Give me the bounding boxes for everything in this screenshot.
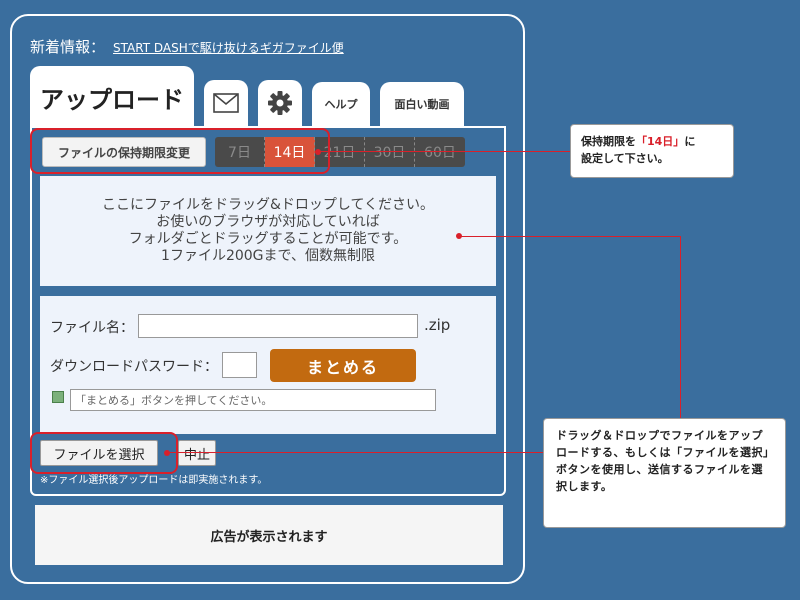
filename-input[interactable]	[138, 314, 418, 338]
tab-help[interactable]: ヘルプ	[312, 82, 370, 126]
tab-upload[interactable]: アップロード	[30, 66, 194, 128]
tab-mail[interactable]	[204, 80, 248, 126]
drop-pointer-line-h	[460, 236, 680, 237]
cancel-button[interactable]: 中止	[178, 440, 216, 466]
day-option-30[interactable]: 30日	[365, 137, 415, 167]
select-file-highlight	[30, 432, 178, 474]
matomeru-button[interactable]: まとめる	[270, 349, 416, 382]
ad-placeholder: 広告が表示されます	[35, 505, 503, 565]
select-pointer-line	[168, 452, 543, 453]
drop-line-1: ここにファイルをドラッグ&ドロップしてください。	[101, 197, 435, 213]
drag-callout: ドラッグ＆ドロップでファイルをアップロードする、もしくは「ファイルを選択」ボタン…	[543, 418, 786, 528]
drop-line-4: 1ファイル200Gまで、個数無制限	[161, 248, 375, 264]
retention-highlight	[30, 128, 330, 174]
upload-note: ※ファイル選択後アップロードは即実施されます。	[40, 475, 268, 486]
news-label: 新着情報：	[30, 38, 106, 56]
news-bar: 新着情報： START DASHで駆け抜けるギガファイル便	[30, 36, 344, 57]
retention-callout-highlight: 「14日」	[636, 135, 685, 148]
password-label: ダウンロードパスワード：	[50, 359, 218, 375]
drop-area[interactable]: ここにファイルをドラッグ&ドロップしてください。 お使いのブラウザが対応していれ…	[40, 176, 496, 286]
gear-icon	[268, 91, 292, 115]
tab-settings[interactable]	[258, 80, 302, 126]
drop-line-2: お使いのブラウザが対応していれば	[156, 214, 380, 230]
tab-video[interactable]: 面白い動画	[380, 82, 464, 126]
mail-icon	[213, 93, 239, 113]
retention-callout-prefix: 保持期限を	[581, 135, 636, 148]
retention-callout-suffix: に	[684, 135, 696, 148]
news-link[interactable]: START DASHで駆け抜けるギガファイル便	[113, 39, 344, 56]
retention-pointer-dot	[315, 149, 321, 155]
plus-file-icon	[52, 391, 64, 403]
retention-callout: 保持期限を「14日」に 設定して下さい。	[570, 124, 734, 178]
filename-label: ファイル名：	[50, 320, 134, 336]
drop-pointer-line-v	[680, 236, 681, 418]
password-input[interactable]	[222, 352, 257, 378]
drop-line-3: フォルダごとドラッグすることが可能です。	[128, 231, 408, 247]
status-field: 「まとめる」ボタンを押してください。	[70, 389, 436, 411]
day-option-60[interactable]: 60日	[415, 137, 465, 167]
extension-label: .zip	[424, 316, 451, 334]
retention-pointer-line	[320, 151, 570, 152]
retention-callout-line2: 設定して下さい。	[581, 152, 669, 165]
select-pointer-dot	[164, 450, 170, 456]
